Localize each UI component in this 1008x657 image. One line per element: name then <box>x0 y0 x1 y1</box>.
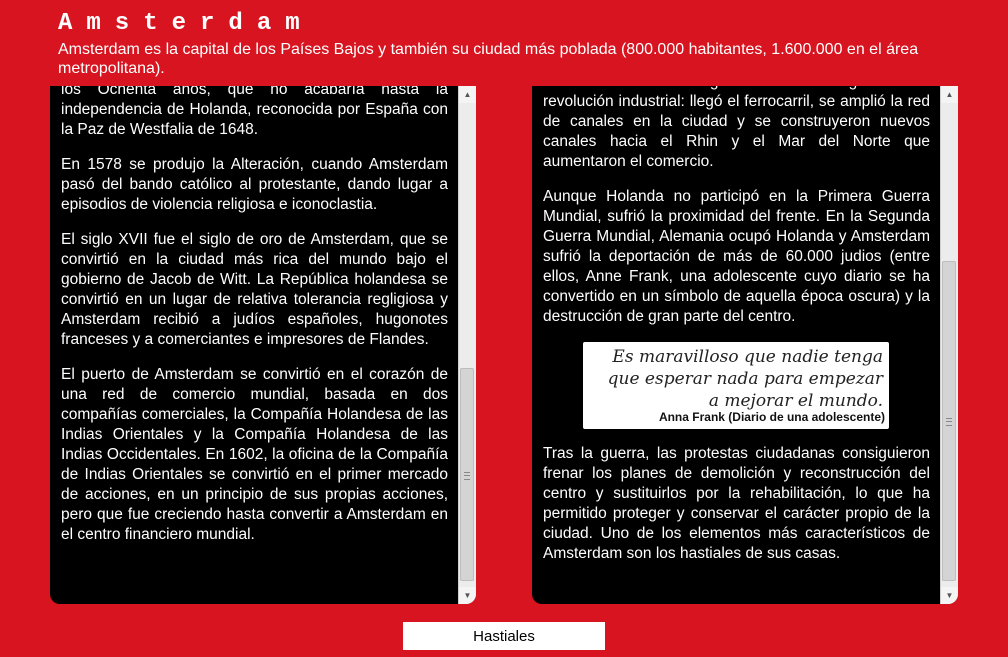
paragraph: El puerto de Amsterdam se convirtió en e… <box>61 366 448 543</box>
paragraph: Aunque Holanda no participó en la Primer… <box>543 188 930 325</box>
anne-frank-quote-image: Es maravilloso que nadie tenga que esper… <box>583 342 889 429</box>
scroll-up-arrow-icon[interactable]: ▲ <box>459 86 476 103</box>
next-section-button[interactable]: Hastiales <box>403 622 605 650</box>
panel-content: los Ochenta años, que no acabaría hasta … <box>61 86 448 560</box>
vertical-scrollbar[interactable]: ▲ ▼ <box>458 86 476 604</box>
scroll-down-arrow-icon[interactable]: ▼ <box>941 587 958 604</box>
history-panel-left[interactable]: los Ochenta años, que no acabaría hasta … <box>50 86 476 604</box>
quote-text: Es maravilloso que nadie tenga que esper… <box>607 347 883 411</box>
paragraph: El siglo XVII fue el siglo de oro de Ams… <box>61 231 448 348</box>
page-subtitle: Amsterdam es la capital de los Países Ba… <box>58 41 919 77</box>
history-panel-right[interactable]: Amsterdam tuvo una segunda edad de oro g… <box>532 86 958 604</box>
scroll-thumb[interactable] <box>942 261 956 581</box>
paragraph: Amsterdam tuvo una segunda edad de oro g… <box>543 86 930 170</box>
vertical-scrollbar[interactable]: ▲ ▼ <box>940 86 958 604</box>
scroll-up-arrow-icon[interactable]: ▲ <box>941 86 958 103</box>
quote-author: Anna Frank (Diario de una adolescente) <box>658 410 885 424</box>
paragraph: Tras la guerra, las protestas ciudadanas… <box>543 445 930 562</box>
panel-content: Amsterdam tuvo una segunda edad de oro g… <box>543 86 930 579</box>
scroll-down-arrow-icon[interactable]: ▼ <box>459 587 476 604</box>
grip-icon <box>464 471 470 480</box>
scroll-thumb[interactable] <box>460 368 474 581</box>
paragraph: los Ochenta años, que no acabaría hasta … <box>61 86 448 138</box>
page-title: Amsterdam <box>58 10 314 37</box>
grip-icon <box>946 418 952 426</box>
paragraph: En 1578 se produjo la Alteración, cuando… <box>61 156 448 213</box>
